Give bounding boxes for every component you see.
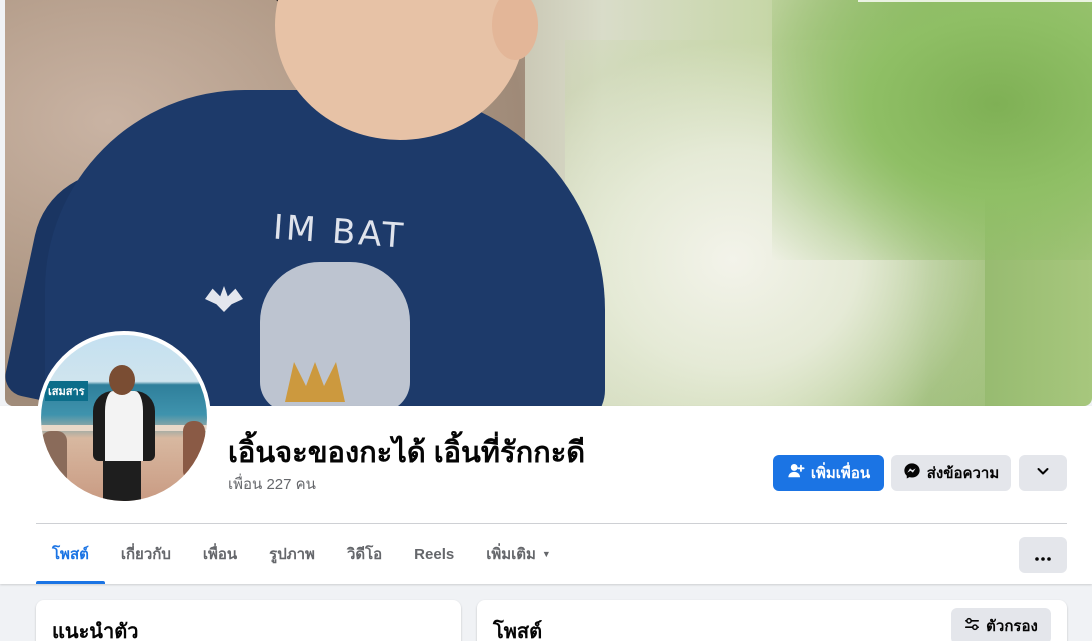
profile-avatar[interactable]: เสมสาร: [37, 331, 211, 505]
tab-label: รูปภาพ: [269, 546, 315, 563]
avatar-person-legs: [103, 457, 141, 501]
tab-label: โพสต์: [52, 546, 89, 563]
filter-label: ตัวกรอง: [986, 618, 1038, 635]
profile-tabs: โพสต์ เกี่ยวกับ เพื่อน รูปภาพ วิดีโอ Ree…: [36, 524, 567, 584]
profile-options-dropdown[interactable]: [1019, 455, 1067, 491]
avatar-photo: เสมสาร: [41, 335, 207, 501]
tab-videos[interactable]: วิดีโอ: [331, 524, 398, 584]
intro-card: แนะนำตัว: [36, 600, 461, 641]
profile-page: IM BAT เสมสาร เอิ้นจะของกะได้ เอิ้นที่รั…: [0, 0, 1092, 641]
tab-about[interactable]: เกี่ยวกับ: [105, 524, 187, 584]
tab-label: วิดีโอ: [346, 546, 383, 563]
chevron-down-icon: [1036, 464, 1050, 482]
tab-photos[interactable]: รูปภาพ: [253, 524, 331, 584]
tab-label: Reels: [414, 545, 455, 563]
tab-reels[interactable]: Reels: [398, 524, 470, 584]
cover-top-edge: [858, 0, 1092, 2]
cover-foliage: [772, 0, 1092, 260]
intro-title: แนะนำตัว: [52, 621, 139, 641]
profile-name: เอิ้นจะของกะได้ เอิ้นที่รักกะดี: [228, 437, 586, 469]
friends-count-link[interactable]: เพื่อน 227 คน: [228, 472, 316, 496]
messenger-icon: [903, 462, 921, 484]
caret-down-icon: ▼: [541, 549, 551, 559]
message-button[interactable]: ส่งข้อความ: [891, 455, 1011, 491]
avatar-sign: เสมสาร: [45, 381, 88, 401]
avatar-bystander-left: [41, 431, 67, 501]
avatar-person-body: [93, 391, 155, 461]
filter-button[interactable]: ตัวกรอง: [951, 608, 1051, 641]
add-friend-button[interactable]: เพิ่มเพื่อน: [773, 455, 884, 491]
tab-label: เพื่อน: [202, 546, 238, 563]
message-label: ส่งข้อความ: [926, 465, 1000, 482]
tab-label: เกี่ยวกับ: [120, 546, 171, 563]
posts-title: โพสต์: [493, 621, 543, 641]
posts-card: โพสต์ ตัวกรอง: [477, 600, 1067, 641]
tab-friends[interactable]: เพื่อน: [187, 524, 253, 584]
avatar-bystander-right: [183, 421, 205, 481]
tab-label: เพิ่มเติม: [486, 546, 536, 563]
filter-sliders-icon: [964, 617, 980, 635]
more-options-button[interactable]: [1019, 537, 1067, 573]
tab-posts[interactable]: โพสต์: [36, 524, 105, 584]
add-friend-label: เพิ่มเพื่อน: [810, 465, 871, 482]
avatar-person-head: [109, 365, 135, 395]
cover-shirt-cat: [260, 262, 410, 406]
cover-child-ear: [492, 0, 538, 60]
person-plus-icon: [787, 462, 805, 484]
tab-more[interactable]: เพิ่มเติม ▼: [470, 524, 567, 584]
more-horizontal-icon: [1035, 545, 1051, 566]
